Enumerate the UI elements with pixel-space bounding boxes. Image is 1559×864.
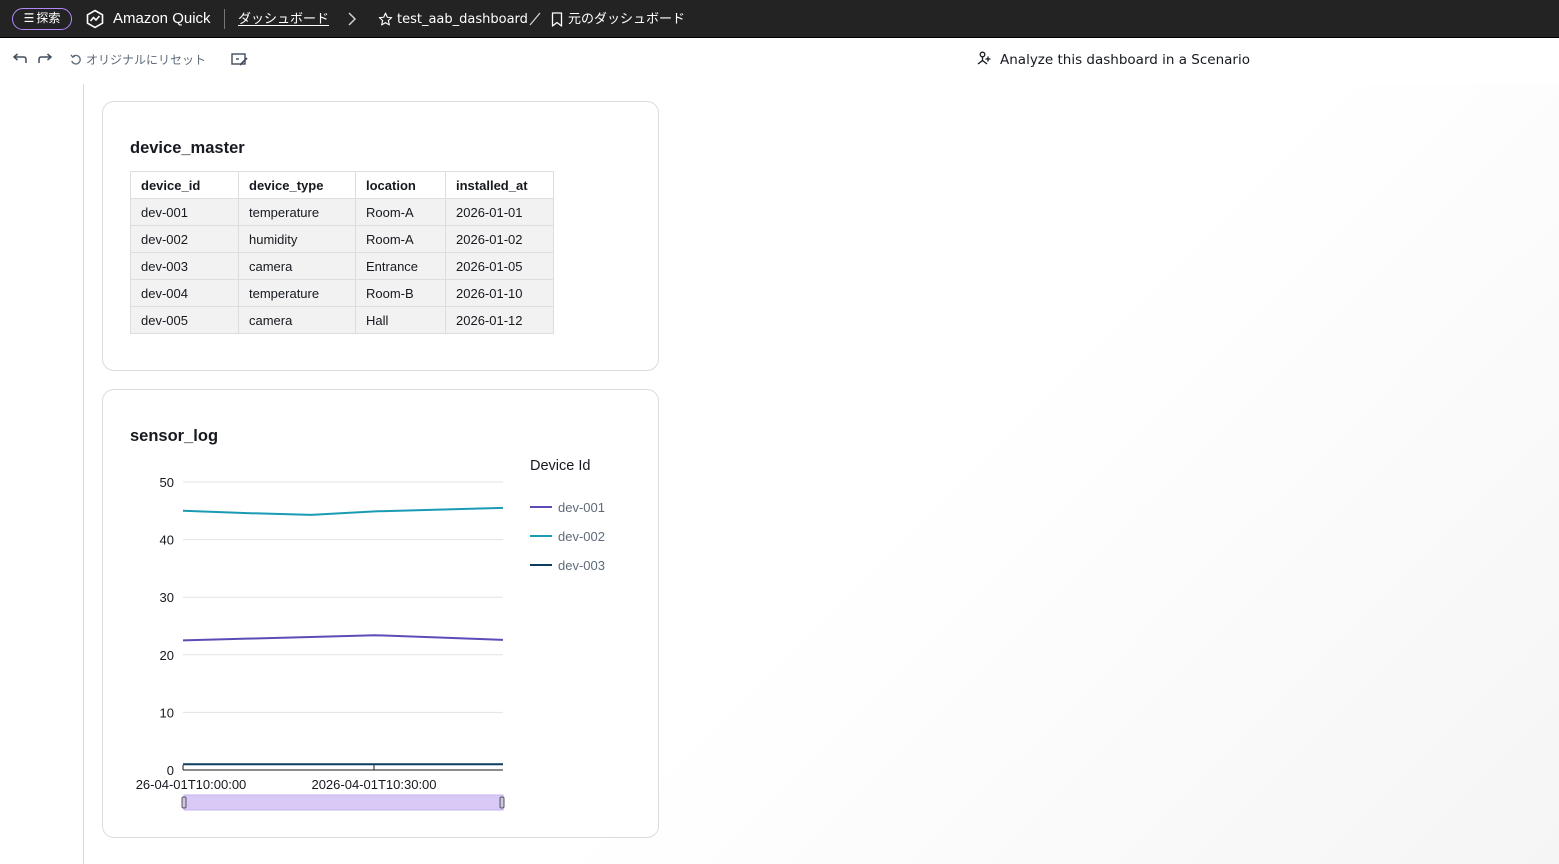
- series-line-dev-001[interactable]: [182, 634, 504, 642]
- y-tick-label: 50: [160, 475, 174, 490]
- legend-swatch: [530, 535, 552, 537]
- breadcrumb-slash-icon: [529, 12, 541, 26]
- table-cell: camera: [238, 306, 356, 334]
- original-dashboard-link[interactable]: 元のダッシュボード: [568, 11, 685, 28]
- column-header[interactable]: device_type: [238, 171, 356, 199]
- legend-item[interactable]: dev-002: [530, 529, 605, 544]
- column-header[interactable]: device_id: [130, 171, 239, 199]
- legend-swatch: [530, 506, 552, 508]
- edit-display-icon[interactable]: [231, 53, 249, 67]
- breadcrumb-dashboards-link[interactable]: ダッシュボード: [238, 11, 329, 28]
- y-tick-label: 20: [160, 648, 174, 663]
- reset-label: オリジナルにリセット: [86, 53, 207, 67]
- table-cell: dev-002: [130, 225, 239, 253]
- table-cell: 2026-01-05: [445, 252, 554, 280]
- legend-label: dev-002: [558, 529, 605, 544]
- table-cell: Room-A: [355, 198, 446, 226]
- redo-icon[interactable]: [38, 53, 54, 67]
- table-row[interactable]: dev-003 camera Entrance 2026-01-05: [130, 252, 554, 280]
- table-cell: dev-005: [130, 306, 239, 334]
- table-row[interactable]: dev-005 camera Hall 2026-01-12: [130, 306, 554, 334]
- series-line-dev-002[interactable]: [182, 506, 504, 516]
- column-header[interactable]: installed_at: [445, 171, 554, 199]
- table-cell: temperature: [238, 198, 356, 226]
- time-range-selector[interactable]: [183, 794, 504, 811]
- table-cell: temperature: [238, 279, 356, 307]
- y-tick-label: 40: [160, 533, 174, 548]
- sensor-log-line-chart[interactable]: 0 10 20 30 40 50 26-04-01T10:00:00 2026-04-01T1…: [103, 390, 523, 830]
- y-tick-label: 0: [167, 763, 174, 778]
- analyze-in-scenario-button[interactable]: Analyze this dashboard in a Scenario: [976, 51, 1250, 69]
- sensor-log-visual[interactable]: sensor_log 0 10 20 30 40 50 26-04-01T10:00:00 2…: [102, 389, 659, 838]
- y-tick-label: 10: [160, 705, 174, 720]
- table-cell: dev-001: [130, 198, 239, 226]
- menu-icon: ☰: [23, 11, 35, 25]
- x-tick-label: 2026-04-01T10:30:00: [311, 777, 436, 792]
- table-cell: 2026-01-01: [445, 198, 554, 226]
- table-cell: Hall: [355, 306, 446, 334]
- analyze-label: Analyze this dashboard in a Scenario: [1000, 52, 1250, 68]
- bookmark-icon[interactable]: [551, 12, 563, 27]
- amazon-quick-logo-icon[interactable]: [85, 9, 105, 29]
- device-master-visual[interactable]: device_master device_id device_type loca…: [102, 101, 659, 371]
- table-row[interactable]: dev-004 temperature Room-B 2026-01-10: [130, 279, 554, 307]
- dashboard-name: test_aab_dashboard: [397, 12, 528, 27]
- star-favorite-icon[interactable]: [378, 12, 393, 27]
- range-handle-right[interactable]: [499, 796, 505, 809]
- table-cell: camera: [238, 252, 356, 280]
- reset-to-original-button[interactable]: オリジナルにリセット: [70, 52, 206, 69]
- table-cell: Room-B: [355, 279, 446, 307]
- explore-label: 探索: [36, 11, 61, 25]
- legend-item[interactable]: dev-003: [530, 558, 605, 573]
- table-cell: 2026-01-02: [445, 225, 554, 253]
- topbar-divider: [224, 9, 225, 29]
- table-cell: dev-004: [130, 279, 239, 307]
- column-header[interactable]: location: [355, 171, 446, 199]
- range-handle-left[interactable]: [181, 796, 187, 809]
- visual-title: device_master: [130, 139, 245, 157]
- table-cell: Room-A: [355, 225, 446, 253]
- table-cell: 2026-01-10: [445, 279, 554, 307]
- legend-label: dev-003: [558, 558, 605, 573]
- device-master-table: device_id device_type location installed…: [130, 171, 554, 334]
- left-divider: [83, 84, 84, 864]
- table-header-row: device_id device_type location installed…: [130, 171, 554, 199]
- table-row[interactable]: dev-002 humidity Room-A 2026-01-02: [130, 225, 554, 253]
- reset-icon: [70, 54, 81, 65]
- x-tick-label: 26-04-01T10:00:00: [136, 777, 247, 792]
- brand-name[interactable]: Amazon Quick: [113, 9, 211, 29]
- legend-title: Device Id: [530, 458, 591, 474]
- y-tick-label: 30: [160, 590, 174, 605]
- table-cell: humidity: [238, 225, 356, 253]
- undo-icon[interactable]: [11, 53, 27, 67]
- top-navigation-bar: ☰ 探索 Amazon Quick ダッシュボード test_aab_dashbo…: [0, 0, 1559, 38]
- table-row[interactable]: dev-001 temperature Room-A 2026-01-01: [130, 198, 554, 226]
- table-cell: 2026-01-12: [445, 306, 554, 334]
- legend-item[interactable]: dev-001: [530, 500, 605, 515]
- scenario-icon: [977, 51, 991, 65]
- legend-swatch: [530, 564, 552, 566]
- chevron-right-icon: [348, 12, 357, 26]
- explore-menu-button[interactable]: ☰ 探索: [12, 8, 72, 30]
- legend-label: dev-001: [558, 500, 605, 515]
- table-cell: dev-003: [130, 252, 239, 280]
- table-cell: Entrance: [355, 252, 446, 280]
